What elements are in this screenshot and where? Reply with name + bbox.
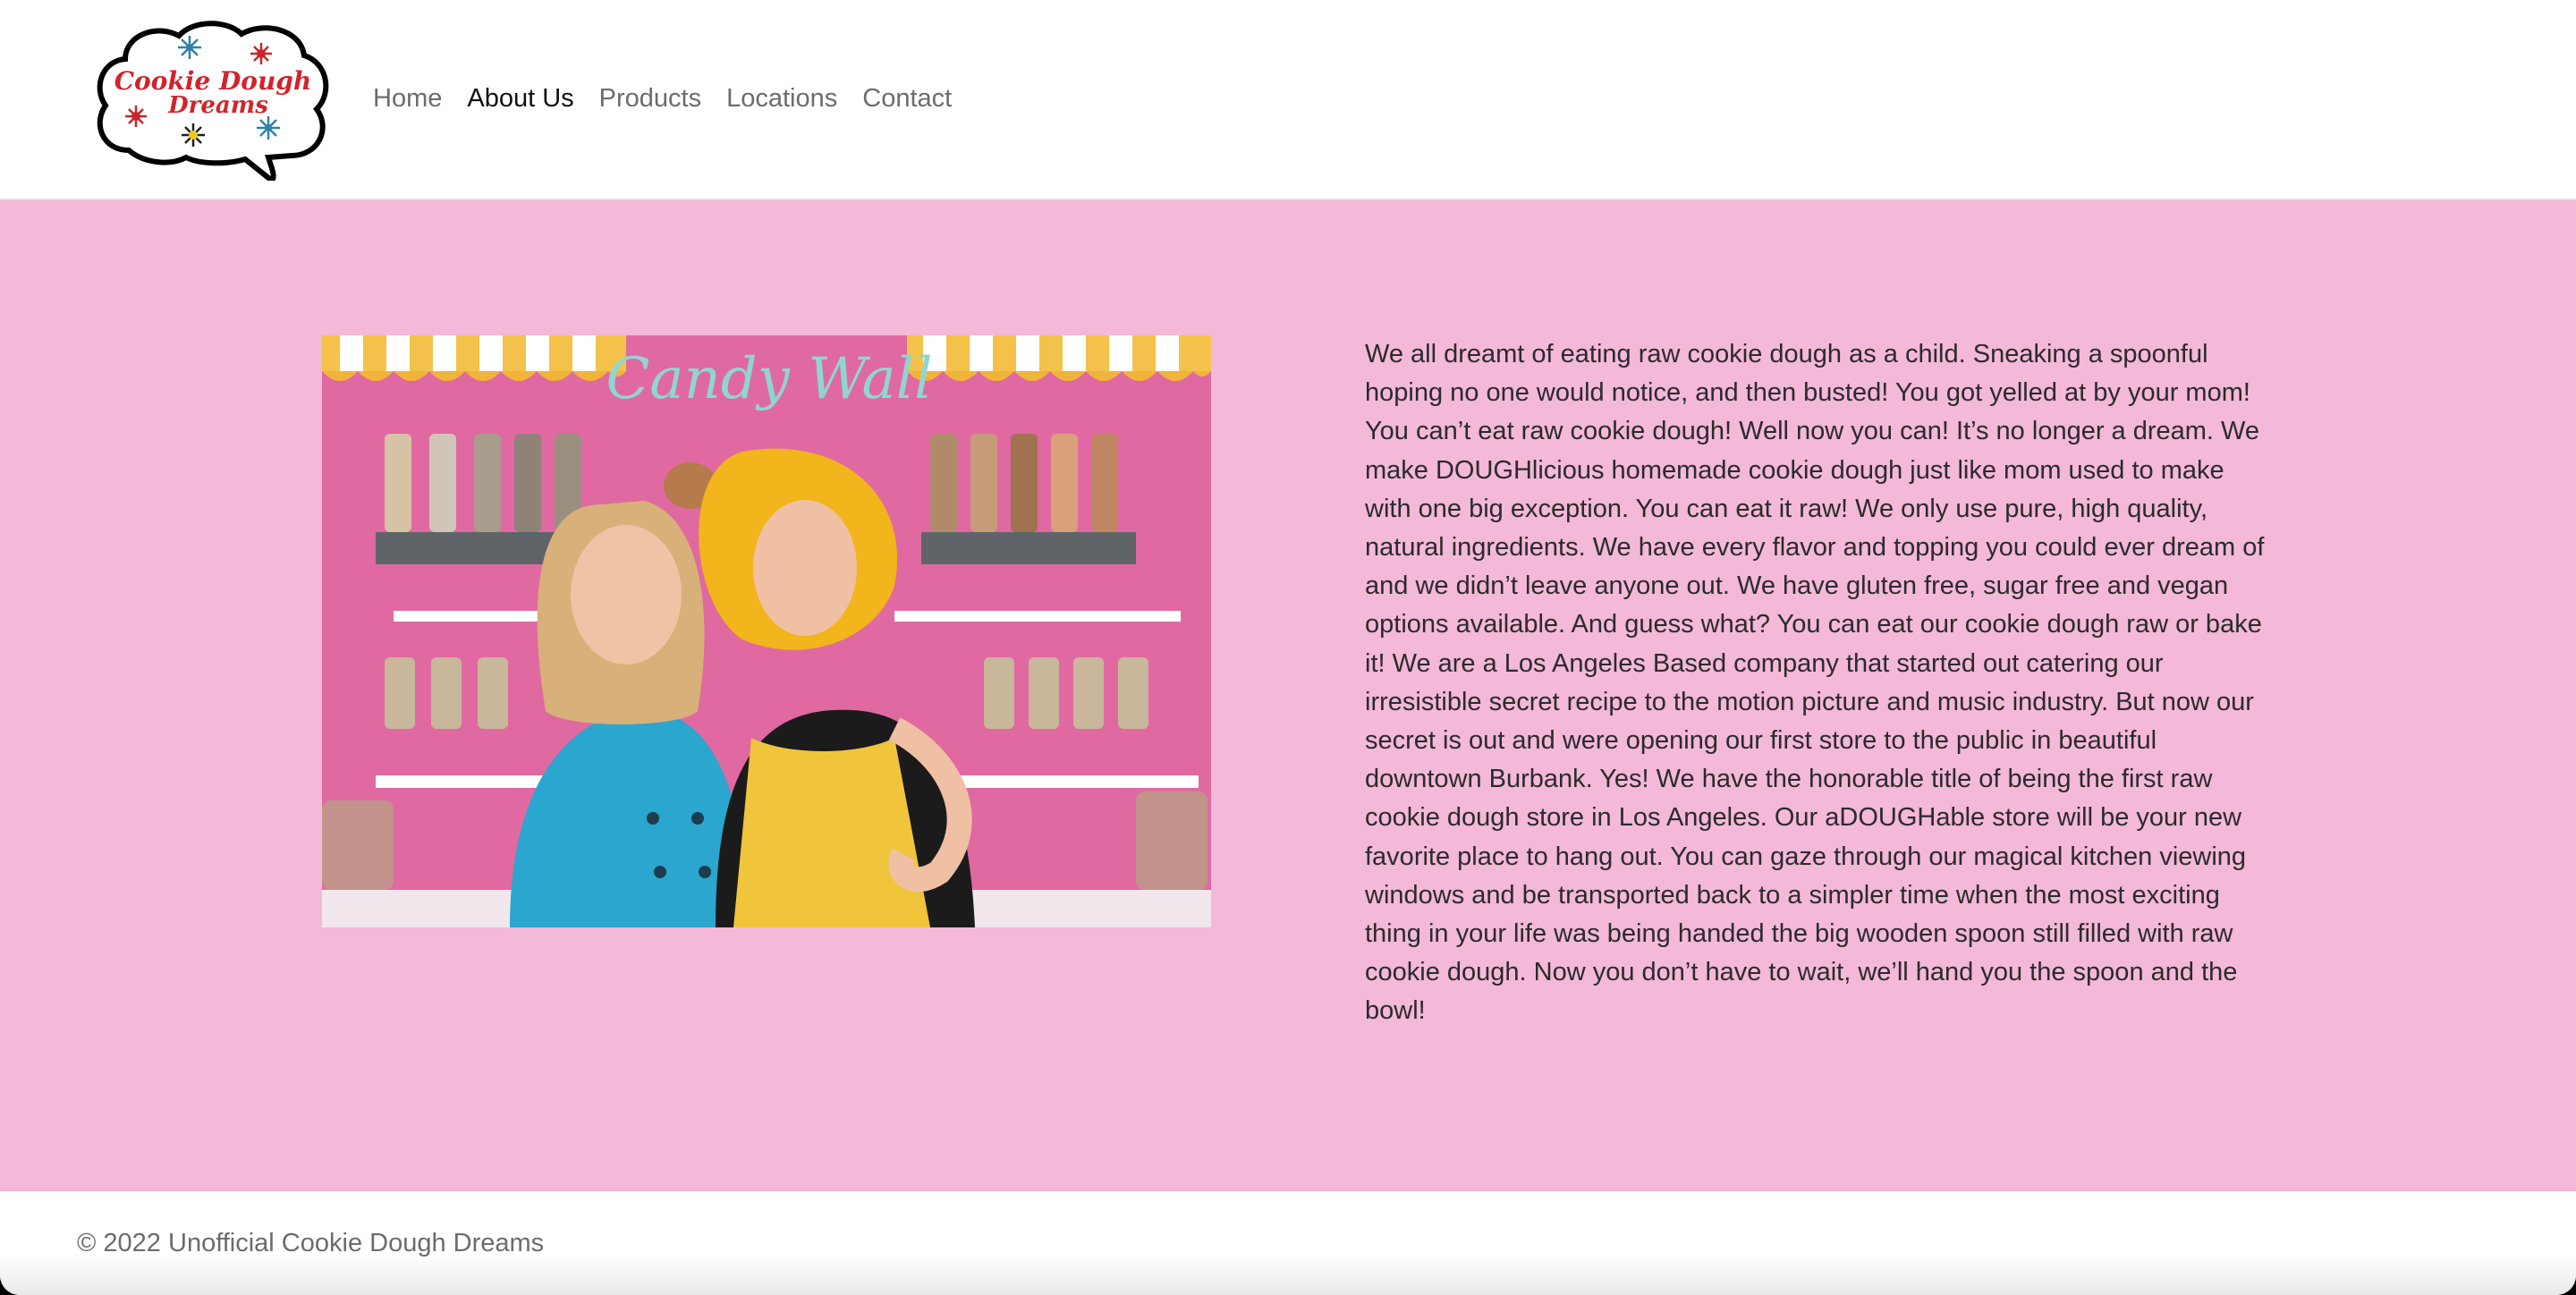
browser-window: Cookie Dough Dreams Home About Us Produc…: [0, 0, 2576, 1295]
main-nav: Home About Us Products Locations Contact: [373, 80, 964, 116]
logo-text-line2: Dreams: [167, 92, 268, 119]
nav-products[interactable]: Products: [587, 80, 714, 116]
nav-locations[interactable]: Locations: [714, 80, 850, 116]
footer-copyright: © 2022 Unofficial Cookie Dough Dreams: [77, 1229, 545, 1257]
nav-about-us[interactable]: About Us: [454, 80, 586, 116]
owners-photo: Candy Wall: [322, 335, 1211, 927]
nav-home[interactable]: Home: [373, 80, 454, 116]
footer: © 2022 Unofficial Cookie Dough Dreams: [0, 1191, 2576, 1295]
starburst-cloud-logo-icon: Cookie Dough Dreams: [97, 21, 329, 185]
about-section: Candy Wall We all dreamt of eating raw c…: [0, 200, 2576, 1191]
navbar: Cookie Dough Dreams Home About Us Produc…: [0, 0, 2576, 200]
candy-wall-sign: Candy Wall: [606, 346, 932, 412]
about-paragraph: We all dreamt of eating raw cookie dough…: [1365, 340, 2265, 1026]
brand-logo-link[interactable]: Cookie Dough Dreams: [93, 16, 331, 185]
nav-contact[interactable]: Contact: [850, 80, 964, 116]
